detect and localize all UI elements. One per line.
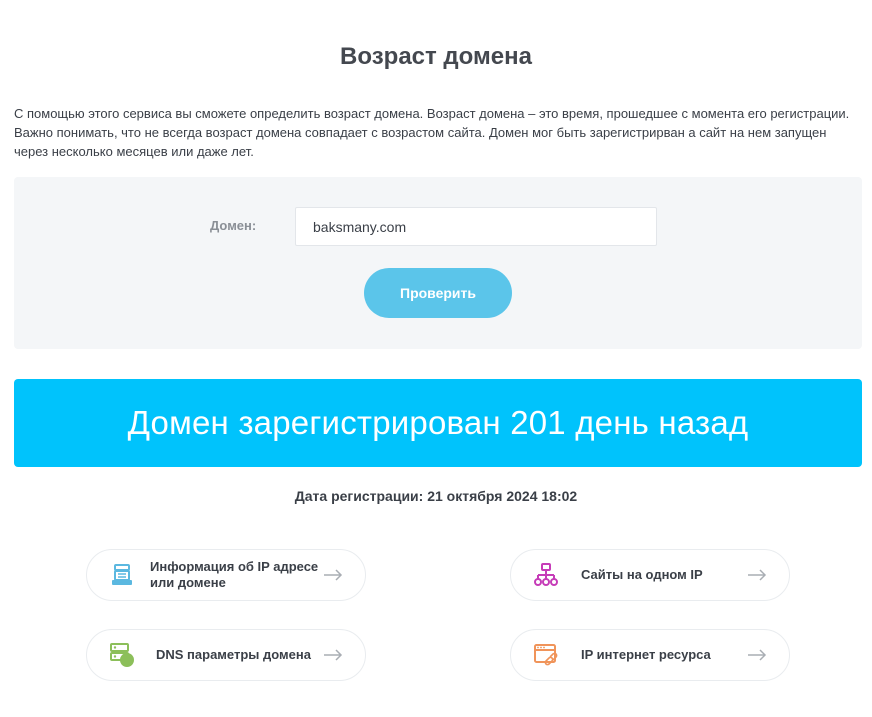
arrow-right-icon	[324, 569, 343, 581]
service-label: IP интернет ресурса	[581, 647, 711, 662]
service-label: Сайты на одном IP	[581, 567, 703, 582]
arrow-right-icon	[748, 649, 767, 661]
service-link-dns[interactable]: DNS параметры домена	[86, 629, 366, 681]
result-banner: Домен зарегистрирован 201 день назад	[14, 379, 862, 467]
page-title: Возраст домена	[340, 43, 532, 70]
registration-date: Дата регистрации: 21 октября 2024 18:02	[294, 488, 578, 504]
sitemap-icon	[534, 563, 558, 586]
service-link-sites-same-ip[interactable]: Сайты на одном IP	[510, 549, 790, 601]
service-link-ip-info[interactable]: Информация об IP адресе или домене	[86, 549, 366, 601]
check-button[interactable]: Проверить	[364, 268, 512, 318]
server-info-icon	[112, 564, 132, 585]
service-label: DNS параметры домена	[156, 647, 311, 662]
service-label: Информация об IP адресе или домене	[150, 559, 319, 590]
service-link-resource-ip[interactable]: IP интернет ресурса	[510, 629, 790, 681]
arrow-right-icon	[748, 569, 767, 581]
domain-label: Домен:	[210, 218, 257, 233]
domain-input[interactable]	[295, 207, 657, 246]
browser-link-icon	[534, 644, 558, 666]
page-description: С помощью этого сервиса вы сможете опред…	[14, 106, 850, 159]
domain-check-form: Домен: Проверить	[14, 177, 862, 349]
result-text: Домен зарегистрирован 201 день назад	[127, 404, 749, 441]
dns-server-icon	[110, 643, 134, 667]
arrow-right-icon	[324, 649, 343, 661]
